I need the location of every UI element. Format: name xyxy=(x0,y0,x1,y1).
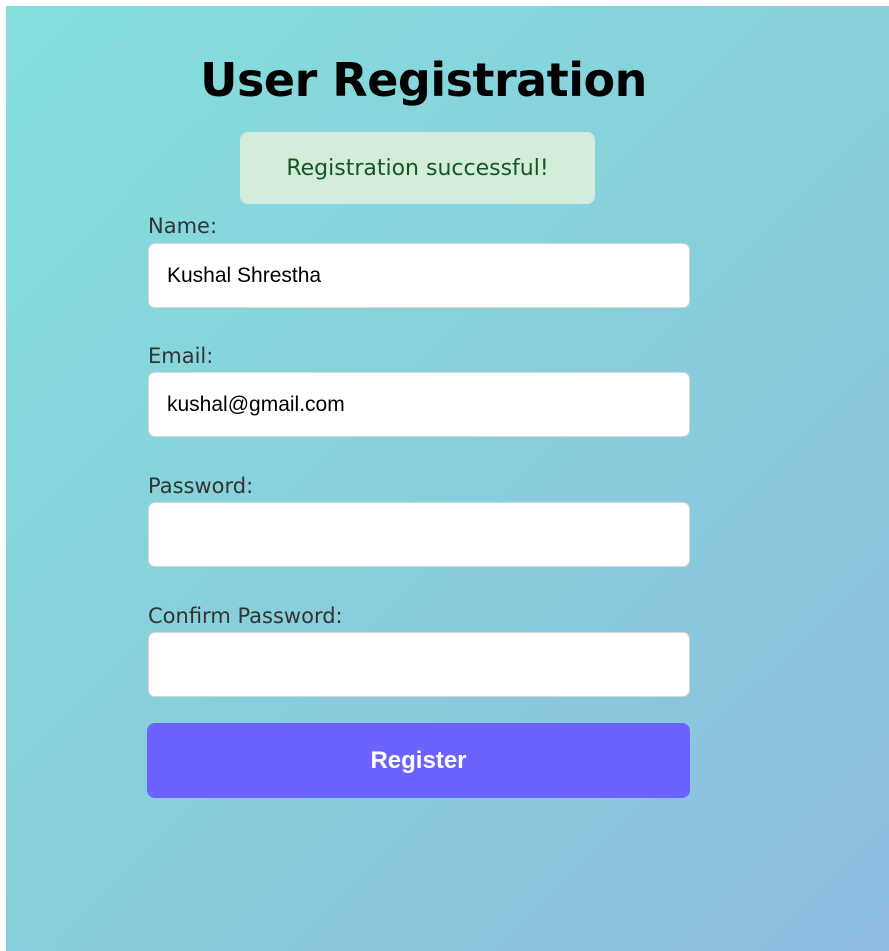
page-title: User Registration xyxy=(200,53,647,107)
registration-page: User Registration Registration successfu… xyxy=(6,6,889,951)
name-field[interactable] xyxy=(148,243,690,308)
success-alert-message: Registration successful! xyxy=(286,155,549,181)
name-label: Name: xyxy=(148,214,218,238)
email-label: Email: xyxy=(148,344,214,368)
success-alert: Registration successful! xyxy=(240,132,595,204)
email-field[interactable] xyxy=(148,372,690,437)
confirm-password-label: Confirm Password: xyxy=(148,604,343,628)
password-field[interactable] xyxy=(148,502,690,567)
register-button[interactable]: Register xyxy=(147,723,690,798)
password-label: Password: xyxy=(148,474,254,498)
confirm-password-field[interactable] xyxy=(148,632,690,697)
